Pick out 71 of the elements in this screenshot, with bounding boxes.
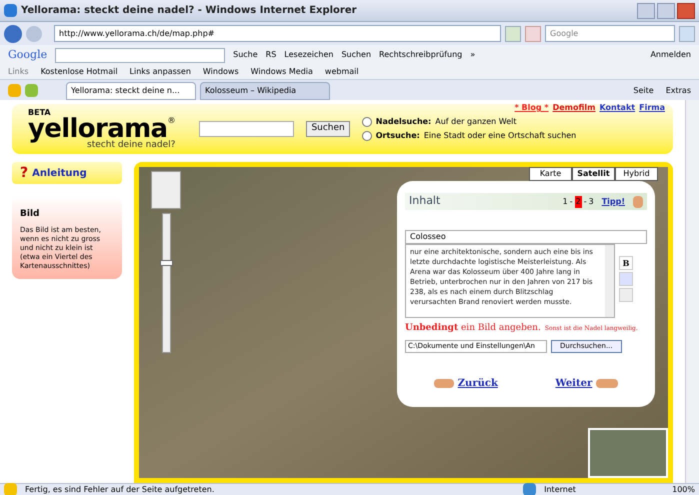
next-link[interactable]: Weiter [555,376,592,391]
pan-control[interactable] [151,171,181,209]
status-text: Fertig, es sind Fehler auf der Seite aufgetreten. [25,484,214,495]
bold-button[interactable]: B [619,256,633,270]
zone-label: Internet [544,484,577,495]
zoom-slider-thumb[interactable] [160,260,172,266]
toolbar-button[interactable]: Suchen [341,49,372,61]
popup-title: Inhalt [409,193,440,210]
back-button[interactable] [4,24,22,42]
radio-button[interactable] [362,131,372,141]
browser-tab[interactable]: Kolosseum – Wikipedia [200,82,330,100]
window-title: Yellorama: steckt deine nadel? - Windows Internet Explorer [21,4,357,18]
browser-tab[interactable]: Yellorama: steckt deine n... [66,82,196,100]
maximize-button[interactable] [657,2,675,18]
search-mode-text: Eine Stadt oder eine Ortschaft suchen [424,130,576,142]
links-label: Links [8,66,29,78]
overview-map[interactable] [588,428,668,478]
link-item[interactable]: Windows Media [250,66,313,78]
back-link[interactable]: Zurück [458,376,498,391]
top-link[interactable]: Firma [639,102,665,114]
hint-title: Bild [20,208,40,221]
refresh-button[interactable] [505,26,521,42]
step-indicator: 1 [562,196,568,208]
map-type-tab[interactable]: Hybrid [615,167,658,181]
url-field[interactable]: http://www.yellorama.ch/de/map.php# [54,25,501,42]
step-indicator: 3 [588,196,594,208]
toolbar-button[interactable]: » [470,49,476,61]
toolbar-button[interactable]: Anmelden [650,49,691,61]
toolbar-search-field[interactable] [55,48,226,62]
link-item[interactable]: webmail [324,66,359,78]
toolbar-button[interactable]: Lesezeichen [284,49,334,61]
name-field[interactable]: Colosseo [405,230,647,244]
site-logo: yellorama [28,116,168,140]
link-item[interactable]: Links anpassen [130,66,191,78]
search-mode-text: Auf der ganzen Welt [435,116,517,128]
search-mode-title: Nadelsuche: [376,116,432,128]
tip-link[interactable]: Tipp! [602,196,625,208]
stop-button[interactable] [525,26,541,42]
beta-label: BETA [28,108,52,116]
top-link[interactable]: * Blog * [514,102,549,114]
toolbar-button[interactable]: RS [266,49,276,61]
forward-button[interactable] [26,26,42,42]
place-search-field[interactable] [199,121,294,137]
search-mode-title: Ortsuche: [376,130,420,142]
top-link[interactable]: Demofilm [552,102,596,114]
scrollbar [605,245,614,317]
minimize-button[interactable] [637,2,655,18]
slogan: stecht deine nadel? [87,140,176,150]
radio-button[interactable] [362,117,372,127]
google-logo: Google [8,46,48,63]
command-button[interactable]: Extras [666,85,691,97]
map-type-tab[interactable]: Satellit [572,167,615,181]
top-link[interactable]: Kontakt [599,102,636,114]
help-link[interactable]: Anleitung [32,166,87,180]
step-separator: - [584,196,587,208]
search-field[interactable]: Google [545,25,675,42]
map-type-tab[interactable]: Karte [529,167,572,181]
command-button[interactable]: Seite [633,85,654,97]
search-button[interactable]: Suchen [306,121,350,137]
toolbar-button[interactable]: Suche [233,49,258,61]
toolbar-button[interactable]: Rechtschreibprüfung [379,49,462,61]
close-button[interactable] [677,2,695,18]
registered-mark: ® [167,116,176,124]
zoom-level[interactable]: 100% [672,484,695,495]
step-separator: - [570,196,573,208]
step-indicator: 2 [574,196,582,208]
help-panel[interactable]: ? Anleitung [12,162,122,184]
question-icon: ? [20,162,28,184]
link-item[interactable]: Windows [202,66,239,78]
link-item[interactable]: Kostenlose Hotmail [40,66,118,78]
warning-text: Unbedingt ein Bild angeben. [405,322,541,335]
